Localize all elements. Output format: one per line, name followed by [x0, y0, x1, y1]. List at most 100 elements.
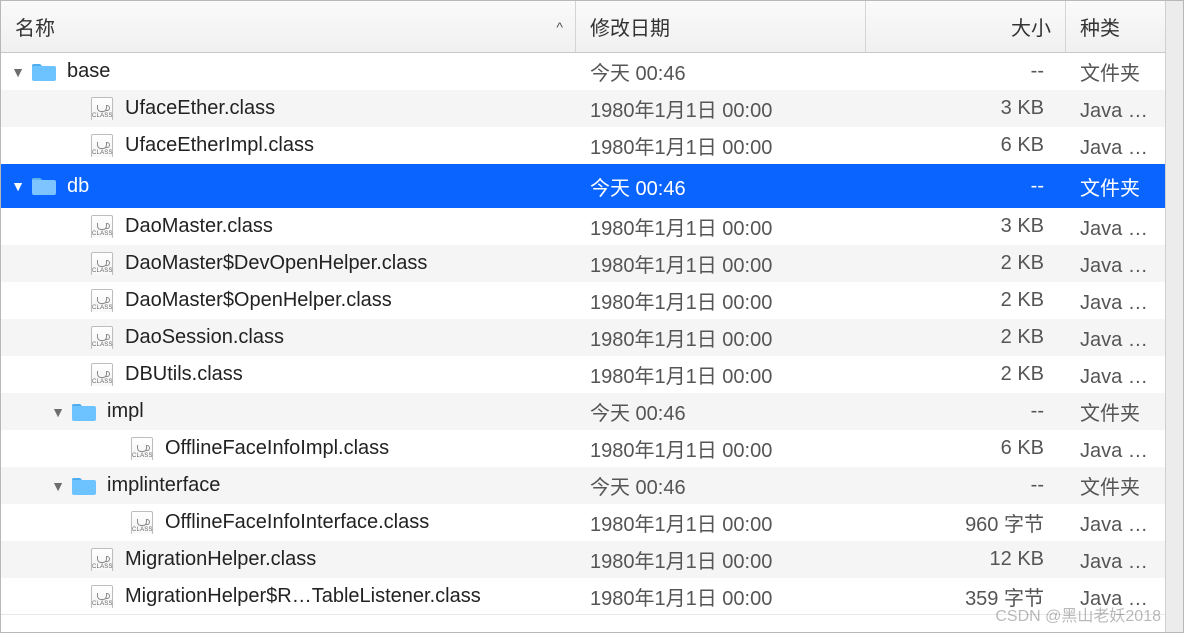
cell-name: CLASS DaoMaster$DevOpenHelper.class: [1, 252, 576, 275]
cell-name: ▼ base: [1, 60, 576, 83]
class-file-icon-wrap: CLASS: [89, 327, 115, 349]
file-name-label: impl: [107, 400, 144, 423]
table-header: 名称 ^ 修改日期 大小 种类: [1, 1, 1183, 53]
class-file-icon-wrap: CLASS: [89, 135, 115, 157]
cell-name: CLASS OfflineFaceInfoImpl.class: [1, 437, 576, 460]
cell-kind: Java 类文: [1066, 286, 1165, 315]
file-name-label: DaoMaster$DevOpenHelper.class: [125, 252, 427, 275]
class-file-icon: CLASS: [91, 585, 113, 608]
folder-row[interactable]: ▼ db今天 00:46--文件夹: [1, 164, 1165, 208]
file-name-label: DaoMaster.class: [125, 215, 273, 238]
class-file-icon: CLASS: [91, 252, 113, 275]
cell-kind: Java 类文: [1066, 360, 1165, 389]
cell-kind: Java 类文: [1066, 212, 1165, 241]
column-header-name[interactable]: 名称 ^: [1, 1, 576, 52]
cell-date: 1980年1月1日 00:00: [576, 508, 866, 537]
file-row[interactable]: CLASS DaoMaster$DevOpenHelper.class1980年…: [1, 245, 1165, 282]
file-name-label: OfflineFaceInfoInterface.class: [165, 511, 429, 534]
cell-size: 3 KB: [866, 215, 1066, 238]
class-file-icon-wrap: CLASS: [129, 438, 155, 460]
class-file-icon: CLASS: [91, 363, 113, 386]
class-file-icon: CLASS: [91, 548, 113, 571]
cell-kind: Java 类文: [1066, 323, 1165, 352]
cell-size: 3 KB: [866, 97, 1066, 120]
cell-name: CLASS MigrationHelper.class: [1, 548, 576, 571]
cell-size: 960 字节: [866, 508, 1066, 537]
class-file-icon: CLASS: [131, 511, 153, 534]
folder-icon: [71, 401, 97, 423]
vertical-scrollbar[interactable]: [1165, 1, 1183, 632]
file-name-label: OfflineFaceInfoImpl.class: [165, 437, 389, 460]
file-row[interactable]: CLASS DaoSession.class1980年1月1日 00:002 K…: [1, 319, 1165, 356]
cell-name: ▼ db: [1, 175, 576, 198]
cell-size: 2 KB: [866, 289, 1066, 312]
file-row[interactable]: CLASS DaoMaster.class 1980年1月1日 00:003 KB…: [1, 208, 1165, 245]
class-file-icon-wrap: CLASS: [89, 586, 115, 608]
cell-name: CLASS DaoSession.class: [1, 326, 576, 349]
cell-size: 6 KB: [866, 134, 1066, 157]
class-file-icon: CLASS: [91, 289, 113, 312]
cell-name: CLASS UfaceEther.class: [1, 97, 576, 120]
folder-row[interactable]: ▼ impl今天 00:46--文件夹: [1, 393, 1165, 430]
cell-date: 1980年1月1日 00:00: [576, 94, 866, 123]
file-row[interactable]: CLASS MigrationHelper.class1980年1月1日 00:…: [1, 541, 1165, 578]
cell-name: CLASS UfaceEtherImpl.class: [1, 134, 576, 157]
class-file-icon: CLASS: [91, 97, 113, 120]
cell-name: CLASS DaoMaster$OpenHelper.class: [1, 289, 576, 312]
footer-strip: [1, 614, 1183, 632]
file-name-label: db: [67, 175, 89, 198]
file-name-label: MigrationHelper.class: [125, 548, 316, 571]
folder-row[interactable]: ▼ base今天 00:46--文件夹: [1, 53, 1165, 90]
folder-row[interactable]: ▼ implinterface今天 00:46--文件夹: [1, 467, 1165, 504]
cell-kind: Java 类文: [1066, 508, 1165, 537]
cell-kind: Java 类文: [1066, 545, 1165, 574]
file-name-label: DBUtils.class: [125, 363, 243, 386]
cell-size: 12 KB: [866, 548, 1066, 571]
cell-size: 2 KB: [866, 326, 1066, 349]
cell-date: 1980年1月1日 00:00: [576, 323, 866, 352]
column-header-size[interactable]: 大小: [866, 1, 1066, 52]
file-row[interactable]: CLASS OfflineFaceInfoImpl.class1980年1月1日…: [1, 430, 1165, 467]
disclosure-triangle-icon[interactable]: ▼: [9, 64, 27, 80]
file-list[interactable]: ▼ base今天 00:46--文件夹 CLASS UfaceEther.cla…: [1, 53, 1183, 614]
file-row[interactable]: CLASS DaoMaster$OpenHelper.class1980年1月1…: [1, 282, 1165, 319]
file-name-label: UfaceEther.class: [125, 97, 275, 120]
cell-kind: Java 类文: [1066, 94, 1165, 123]
folder-icon: [31, 175, 57, 197]
cell-size: --: [866, 175, 1066, 198]
class-file-icon-wrap: CLASS: [89, 549, 115, 571]
file-name-label: MigrationHelper$R…TableListener.class: [125, 585, 481, 608]
class-file-icon: CLASS: [91, 215, 113, 238]
cell-date: 今天 00:46: [576, 172, 866, 201]
class-file-icon-wrap: CLASS: [89, 216, 115, 238]
file-row[interactable]: CLASS OfflineFaceInfoInterface.class 1980…: [1, 504, 1165, 541]
file-name-label: DaoMaster$OpenHelper.class: [125, 289, 392, 312]
class-file-icon: CLASS: [91, 134, 113, 157]
cell-size: 2 KB: [866, 363, 1066, 386]
cell-kind: 文件夹: [1066, 471, 1165, 500]
disclosure-triangle-icon[interactable]: ▼: [49, 404, 67, 420]
folder-icon: [71, 475, 97, 497]
disclosure-triangle-icon[interactable]: ▼: [49, 478, 67, 494]
cell-size: --: [866, 60, 1066, 83]
class-file-icon: CLASS: [131, 437, 153, 460]
cell-kind: 文件夹: [1066, 397, 1165, 426]
column-header-name-label: 名称: [15, 12, 55, 41]
cell-kind: Java 类文: [1066, 249, 1165, 278]
cell-date: 1980年1月1日 00:00: [576, 249, 866, 278]
column-header-date[interactable]: 修改日期: [576, 1, 866, 52]
file-row[interactable]: CLASS MigrationHelper$R…TableListener.cl…: [1, 578, 1165, 614]
disclosure-triangle-icon[interactable]: ▼: [9, 178, 27, 194]
file-row[interactable]: CLASS DBUtils.class1980年1月1日 00:002 KBJa…: [1, 356, 1165, 393]
class-file-icon-wrap: CLASS: [89, 290, 115, 312]
cell-size: 359 字节: [866, 582, 1066, 611]
column-header-date-label: 修改日期: [590, 12, 670, 41]
file-row[interactable]: CLASS UfaceEther.class1980年1月1日 00:003 K…: [1, 90, 1165, 127]
cell-date: 1980年1月1日 00:00: [576, 212, 866, 241]
file-name-label: UfaceEtherImpl.class: [125, 134, 314, 157]
column-header-size-label: 大小: [1011, 12, 1051, 41]
file-row[interactable]: CLASS UfaceEtherImpl.class1980年1月1日 00:0…: [1, 127, 1165, 164]
cell-name: ▼ implinterface: [1, 474, 576, 497]
class-file-icon-wrap: CLASS: [89, 364, 115, 386]
cell-date: 今天 00:46: [576, 471, 866, 500]
